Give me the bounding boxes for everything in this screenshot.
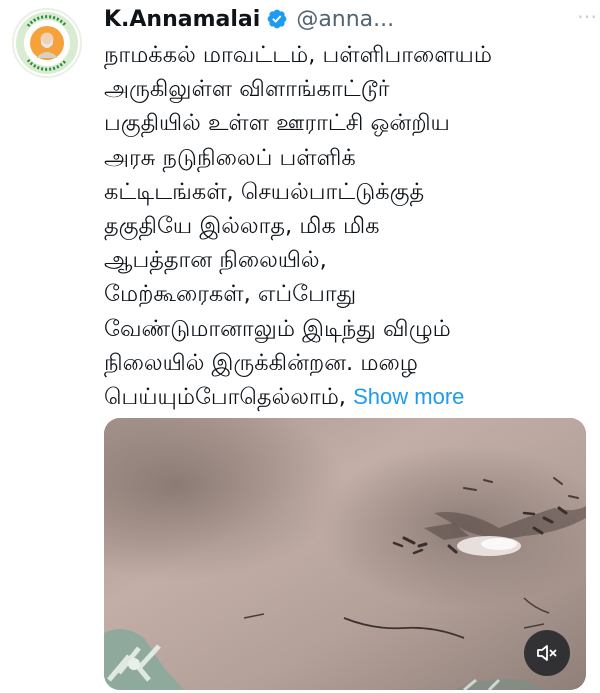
tweet-text: நாமக்கல் மாவட்டம், பள்ளிபாளையம் அருகிலுள…: [104, 38, 592, 414]
tweet-text-line: ஆபத்தான நிலையில்,: [104, 247, 327, 274]
video-frame: [104, 418, 586, 690]
author-name[interactable]: K.Annamalai: [104, 7, 260, 32]
tweet-text-line: வேண்டுமானாலும் இடிந்து விழும்: [104, 315, 451, 342]
avatar-image: [15, 11, 79, 75]
verified-badge-icon: [266, 8, 288, 30]
tweet-text-last-line: பெய்யும்போதெல்லாம், Show more: [104, 380, 592, 414]
tweet-text-line: பகுதியில் உள்ள ஊராட்சி ஒன்றிய: [104, 110, 450, 137]
tweet-text-line: நிலையில் இருக்கின்றன. மழை: [104, 349, 418, 376]
show-more-link[interactable]: Show more: [353, 384, 464, 409]
more-options-icon[interactable]: ⋯: [577, 4, 598, 28]
author-handle[interactable]: @anna...: [296, 7, 394, 32]
tweet-text-line: தகுதியே இல்லாத, மிக மிக: [104, 213, 380, 240]
speaker-muted-icon: [537, 645, 557, 661]
tweet-text-line: பெய்யும்போதெல்லாம்,: [104, 384, 346, 411]
tweet-text-line: அரசு நடுநிலைப் பள்ளிக்: [104, 144, 356, 171]
tweet-text-line: மேற்கூரைகள், எப்போது: [104, 281, 357, 308]
mute-button[interactable]: [524, 630, 570, 676]
tweet-header: K.Annamalai @anna...: [104, 2, 590, 36]
tweet[interactable]: K.Annamalai @anna... ⋯ நாமக்கல் மாவட்டம்…: [0, 0, 600, 693]
profile-avatar[interactable]: [12, 8, 82, 78]
tweet-text-line: கட்டிடங்கள், செயல்பாட்டுக்குத்: [104, 178, 425, 205]
video-player[interactable]: [104, 418, 586, 690]
tweet-text-line: நாமக்கல் மாவட்டம், பள்ளிபாளையம்: [104, 42, 492, 68]
tweet-text-line: அருகிலுள்ள விளாங்காட்டூர்: [104, 76, 390, 103]
